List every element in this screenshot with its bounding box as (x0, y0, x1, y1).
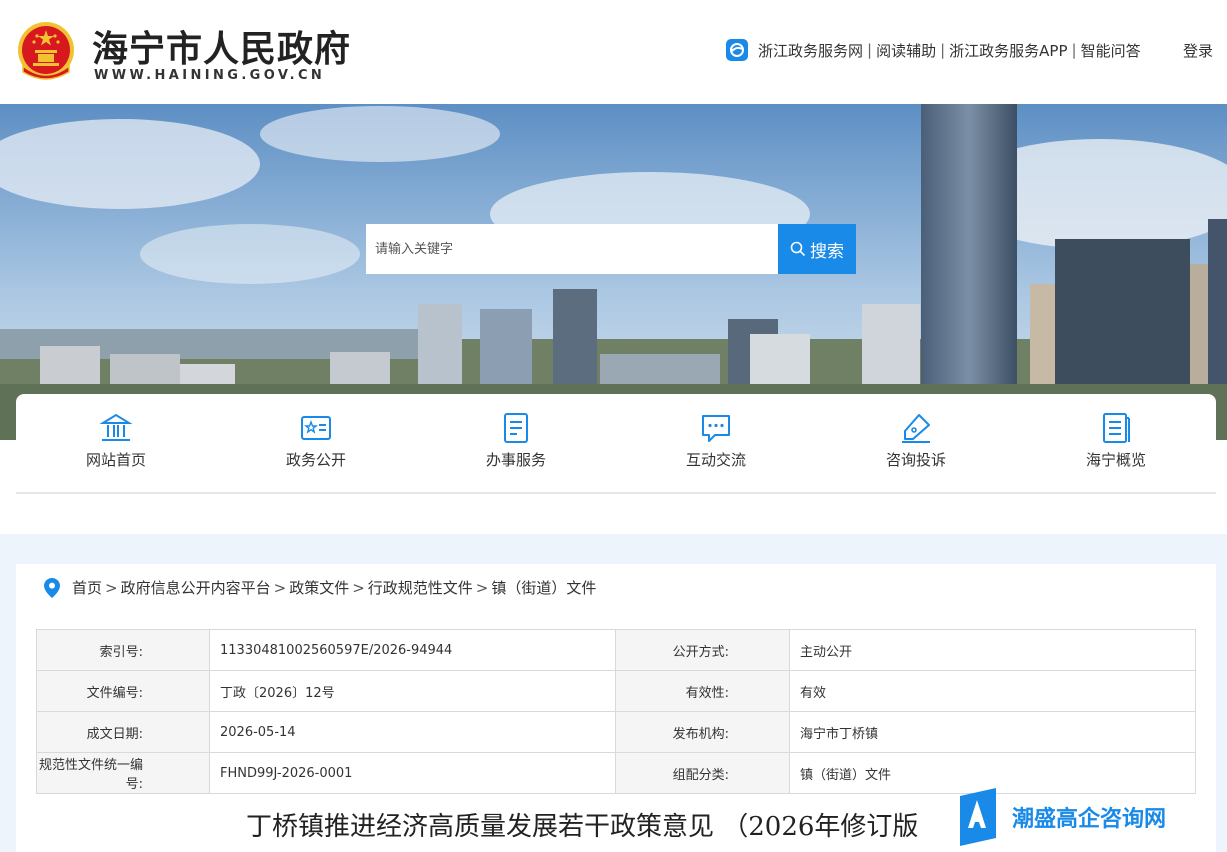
zhejiang-service-icon[interactable] (726, 39, 748, 61)
meta-value: 2026-05-14 (209, 711, 616, 753)
nav-overview-label: 海宁概览 (1085, 451, 1146, 469)
breadcrumb-home[interactable]: 首页 (72, 577, 102, 598)
link-separator: | (940, 41, 946, 59)
site-header: 海宁市人民政府 WWW.HAINING.GOV.CN 浙江政务服务网 | 阅读辅… (0, 0, 1227, 104)
meta-value: 海宁市丁桥镇 (789, 711, 1196, 753)
document-metadata-table: 索引号: 11330481002560597E/2026-94944 公开方式:… (36, 629, 1196, 794)
chat-icon (702, 415, 730, 442)
hero-banner: 搜索 (0, 104, 1227, 440)
search-bar: 搜索 (366, 224, 856, 274)
watermark-text: 潮盛高企咨询网 (1012, 806, 1167, 832)
link-zhejiang-app[interactable]: 浙江政务服务APP (949, 40, 1067, 61)
breadcrumb-separator: > (475, 578, 489, 597)
meta-key: 发布机构: (615, 711, 790, 753)
table-row: 文件编号: 丁政〔2026〕12号 有效性: 有效 (36, 670, 1196, 712)
main-nav: 网站首页 政务公开 办事服务 互动交流 咨询投诉 海宁概览 (16, 394, 1216, 494)
link-separator: | (867, 41, 873, 59)
nav-complaints-label: 咨询投诉 (885, 451, 946, 469)
bank-icon (99, 413, 133, 441)
link-separator: | (1071, 41, 1077, 59)
meta-value: 11330481002560597E/2026-94944 (209, 629, 616, 671)
breadcrumb-separator: > (105, 578, 118, 597)
link-zhejiang-service[interactable]: 浙江政务服务网 (758, 40, 863, 61)
breadcrumb-separator: > (273, 578, 287, 597)
book-icon (1103, 413, 1130, 443)
pen-icon (902, 414, 930, 443)
meta-key: 文件编号: (36, 670, 210, 712)
nav-interaction[interactable]: 互动交流 (616, 394, 816, 494)
watermark: 潮盛高企咨询网 (956, 788, 1192, 846)
breadcrumb-separator: > (352, 578, 365, 597)
id-card-icon (301, 416, 331, 440)
breadcrumb-disclosure-platform[interactable]: 政府信息公开内容平台 (121, 577, 271, 598)
site-domain: WWW.HAINING.GOV.CN (94, 68, 326, 83)
nav-services[interactable]: 办事服务 (416, 394, 616, 494)
search-button-label: 搜索 (810, 241, 844, 262)
breadcrumb-town-docs[interactable]: 镇（街道）文件 (491, 577, 596, 598)
national-emblem-icon (18, 22, 74, 80)
login-link[interactable]: 登录 (1183, 40, 1213, 61)
breadcrumb-normative-docs[interactable]: 行政规范性文件 (368, 577, 473, 598)
meta-key: 索引号: (36, 629, 210, 671)
meta-key: 有效性: (615, 670, 790, 712)
nav-services-label: 办事服务 (485, 451, 546, 469)
document-title: 丁桥镇推进经济高质量发展若干政策意见 （2026年修订版 (246, 812, 919, 842)
location-pin-icon (44, 577, 60, 598)
site-title[interactable]: 海宁市人民政府 (92, 20, 351, 72)
meta-key: 规范性文件统一编号: (36, 752, 210, 794)
link-reading-assist[interactable]: 阅读辅助 (876, 40, 936, 61)
meta-value: 有效 (789, 670, 1196, 712)
top-links: 浙江政务服务网 | 阅读辅助 | 浙江政务服务APP | 智能问答 (726, 39, 1141, 61)
meta-value: 丁政〔2026〕12号 (209, 670, 616, 712)
nav-home-label: 网站首页 (85, 451, 146, 469)
nav-interaction-label: 互动交流 (685, 451, 746, 469)
meta-key: 组配分类: (615, 752, 790, 794)
nav-complaints[interactable]: 咨询投诉 (816, 394, 1016, 494)
divider (16, 492, 1216, 493)
nav-overview[interactable]: 海宁概览 (1016, 394, 1216, 494)
search-button[interactable]: 搜索 (778, 224, 856, 274)
meta-value: FHND99J-2026-0001 (209, 752, 616, 794)
meta-key: 成文日期: (36, 711, 210, 753)
search-icon (790, 241, 806, 257)
breadcrumb: 首页 > 政府信息公开内容平台 > 政策文件 > 行政规范性文件 > 镇（街道）… (44, 577, 596, 598)
table-row: 索引号: 11330481002560597E/2026-94944 公开方式:… (36, 629, 1196, 671)
breadcrumb-policy-docs[interactable]: 政策文件 (289, 577, 349, 598)
meta-key: 公开方式: (615, 629, 790, 671)
nav-home[interactable]: 网站首页 (16, 394, 216, 494)
nav-gov-affairs-label: 政务公开 (285, 451, 346, 469)
meta-value: 主动公开 (789, 629, 1196, 671)
search-input[interactable] (366, 224, 778, 274)
link-smart-qa[interactable]: 智能问答 (1081, 40, 1141, 61)
document-icon (504, 413, 528, 443)
nav-gov-affairs[interactable]: 政务公开 (216, 394, 416, 494)
watermark-logo-icon (960, 788, 996, 846)
table-row: 成文日期: 2026-05-14 发布机构: 海宁市丁桥镇 (36, 711, 1196, 753)
